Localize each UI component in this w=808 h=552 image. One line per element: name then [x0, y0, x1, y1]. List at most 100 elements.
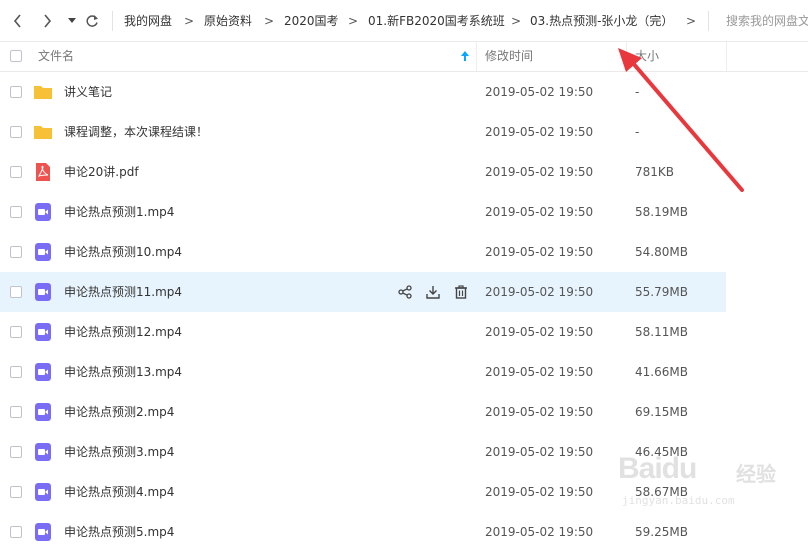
row-actions: [396, 283, 480, 301]
file-name[interactable]: 申论热点预测3.mp4: [64, 432, 174, 472]
file-row[interactable]: 申论热点预测13.mp4 2019-05-02 19:50 41.66MB: [0, 352, 726, 392]
video-file-icon: [33, 442, 53, 462]
refresh-button[interactable]: [83, 11, 101, 31]
history-dropdown-button[interactable]: [63, 11, 81, 31]
row-checkbox[interactable]: [10, 326, 22, 338]
file-name[interactable]: 申论热点预测10.mp4: [64, 232, 182, 272]
file-size: 46.45MB: [635, 445, 688, 459]
file-row[interactable]: 申论热点预测12.mp4 2019-05-02 19:50 58.11MB: [0, 312, 726, 352]
video-file-icon: [33, 482, 53, 502]
file-size: 59.25MB: [635, 525, 688, 539]
file-name[interactable]: 申论20讲.pdf: [64, 152, 139, 192]
file-row[interactable]: 申论热点预测4.mp4 2019-05-02 19:50 58.67MB: [0, 472, 726, 512]
breadcrumb-item-my-drive[interactable]: 我的网盘: [124, 12, 172, 30]
file-name[interactable]: 申论热点预测4.mp4: [64, 472, 174, 512]
file-modified-date: 2019-05-02 19:50: [485, 445, 594, 459]
pdf-file-icon: [33, 162, 53, 182]
column-divider: [726, 42, 727, 71]
sort-up-arrow-icon[interactable]: [460, 50, 470, 62]
row-checkbox[interactable]: [10, 126, 22, 138]
file-name[interactable]: 申论热点预测2.mp4: [64, 392, 174, 432]
file-list-header: 文件名 修改时间 大小: [0, 42, 808, 72]
breadcrumb-item-2020-exam[interactable]: 2020国考: [284, 12, 339, 30]
file-name[interactable]: 课程调整，本次课程结课！: [64, 112, 208, 152]
search-input[interactable]: [718, 12, 808, 30]
file-modified-date: 2019-05-02 19:50: [485, 125, 594, 139]
chevron-left-icon: [13, 14, 21, 28]
delete-icon[interactable]: [452, 283, 470, 301]
file-size: 41.66MB: [635, 365, 688, 379]
row-checkbox[interactable]: [10, 286, 22, 298]
breadcrumb-separator: >: [264, 14, 275, 28]
file-size: 781KB: [635, 165, 675, 179]
row-checkbox[interactable]: [10, 166, 22, 178]
file-modified-date: 2019-05-02 19:50: [485, 85, 594, 99]
video-file-icon: [33, 202, 53, 222]
file-row[interactable]: 讲义笔记 2019-05-02 19:50 -: [0, 72, 726, 112]
select-all-checkbox[interactable]: [10, 50, 22, 62]
file-modified-date: 2019-05-02 19:50: [485, 165, 594, 179]
file-modified-date: 2019-05-02 19:50: [485, 285, 594, 299]
file-size: 58.11MB: [635, 325, 688, 339]
file-name[interactable]: 申论热点预测5.mp4: [64, 512, 174, 552]
breadcrumb-item-current-folder[interactable]: 03.热点预测-张小龙（完）: [530, 12, 673, 30]
download-icon[interactable]: [424, 283, 442, 301]
file-row[interactable]: 申论热点预测10.mp4 2019-05-02 19:50 54.80MB: [0, 232, 726, 272]
file-row[interactable]: 申论热点预测11.mp4 2019-05-02 19:50 55.79MB: [0, 272, 726, 312]
file-size: 58.19MB: [635, 205, 688, 219]
column-header-filename[interactable]: 文件名: [38, 42, 74, 71]
breadcrumb-separator: >: [686, 14, 697, 28]
column-divider: [476, 42, 477, 71]
file-size: 54.80MB: [635, 245, 688, 259]
video-file-icon: [33, 242, 53, 262]
file-size: 55.79MB: [635, 285, 688, 299]
folder-icon: [33, 122, 53, 142]
column-divider: [626, 42, 627, 71]
row-checkbox[interactable]: [10, 246, 22, 258]
row-checkbox[interactable]: [10, 486, 22, 498]
video-file-icon: [33, 522, 53, 542]
video-file-icon: [33, 282, 53, 302]
file-row[interactable]: 申论热点预测3.mp4 2019-05-02 19:50 46.45MB: [0, 432, 726, 472]
file-size: 58.67MB: [635, 485, 688, 499]
row-checkbox[interactable]: [10, 446, 22, 458]
video-file-icon: [33, 402, 53, 422]
divider: [112, 11, 113, 31]
file-modified-date: 2019-05-02 19:50: [485, 325, 594, 339]
breadcrumb-item-system-class[interactable]: 01.新FB2020国考系统班: [368, 12, 505, 30]
file-name[interactable]: 申论热点预测11.mp4: [64, 272, 182, 312]
file-modified-date: 2019-05-02 19:50: [485, 365, 594, 379]
breadcrumb-separator: >: [184, 14, 195, 28]
caret-down-icon: [68, 18, 76, 23]
watermark-suffix: 经验: [736, 462, 776, 486]
file-row[interactable]: 申论热点预测5.mp4 2019-05-02 19:50 59.25MB: [0, 512, 726, 552]
file-name[interactable]: 讲义笔记: [64, 72, 112, 112]
file-row[interactable]: 申论热点预测2.mp4 2019-05-02 19:50 69.15MB: [0, 392, 726, 432]
file-name[interactable]: 申论热点预测13.mp4: [64, 352, 182, 392]
back-button[interactable]: [9, 11, 27, 31]
column-header-size[interactable]: 大小: [635, 42, 659, 71]
row-checkbox[interactable]: [10, 526, 22, 538]
file-modified-date: 2019-05-02 19:50: [485, 485, 594, 499]
forward-button[interactable]: [38, 11, 56, 31]
share-icon[interactable]: [396, 283, 414, 301]
breadcrumb-separator: >: [348, 14, 359, 28]
file-modified-date: 2019-05-02 19:50: [485, 405, 594, 419]
breadcrumb-separator: >: [511, 14, 522, 28]
breadcrumb-item-raw-materials[interactable]: 原始资料: [204, 12, 252, 30]
file-name[interactable]: 申论热点预测12.mp4: [64, 312, 182, 352]
row-checkbox[interactable]: [10, 206, 22, 218]
file-size: -: [635, 85, 640, 99]
row-checkbox[interactable]: [10, 86, 22, 98]
refresh-icon: [86, 15, 98, 27]
file-row[interactable]: 申论热点预测1.mp4 2019-05-02 19:50 58.19MB: [0, 192, 726, 232]
video-file-icon: [33, 322, 53, 342]
column-header-modified[interactable]: 修改时间: [485, 42, 533, 71]
file-row[interactable]: 申论20讲.pdf 2019-05-02 19:50 781KB: [0, 152, 726, 192]
divider: [708, 11, 709, 31]
row-checkbox[interactable]: [10, 366, 22, 378]
file-row[interactable]: 课程调整，本次课程结课！ 2019-05-02 19:50 -: [0, 112, 726, 152]
file-name[interactable]: 申论热点预测1.mp4: [64, 192, 174, 232]
row-checkbox[interactable]: [10, 406, 22, 418]
file-modified-date: 2019-05-02 19:50: [485, 525, 594, 539]
